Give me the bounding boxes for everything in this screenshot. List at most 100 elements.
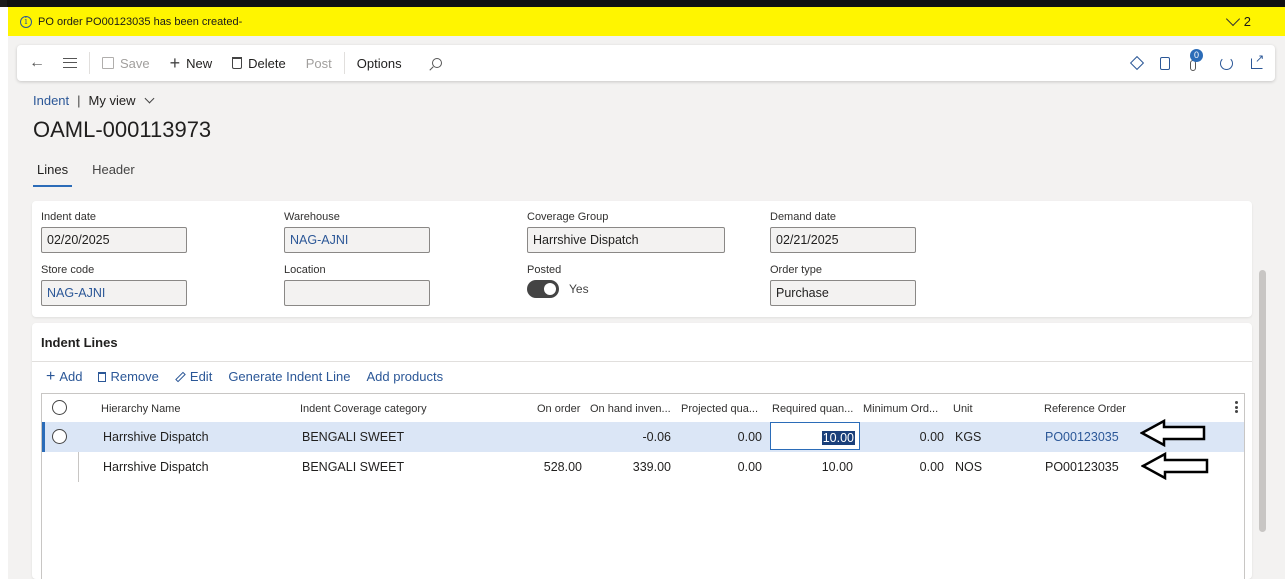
cell-on-hand: 339.00 bbox=[632, 460, 671, 474]
column-header-reference[interactable]: Reference Order bbox=[1044, 403, 1126, 415]
select-all-radio[interactable] bbox=[52, 400, 67, 415]
add-products-button[interactable]: Add products bbox=[366, 369, 443, 384]
column-header-minimum[interactable]: Minimum Ord... bbox=[863, 403, 938, 415]
order-type-field: Order type Purchase bbox=[770, 264, 916, 306]
save-label: Save bbox=[120, 55, 150, 71]
back-button[interactable]: ← bbox=[17, 45, 53, 81]
message-text: PO order PO00123035 has been created- bbox=[38, 15, 243, 28]
cell-reference-order-link[interactable]: PO00123035 bbox=[1045, 430, 1119, 444]
attachments-button[interactable]: 0 bbox=[1188, 49, 1203, 71]
posted-toggle[interactable] bbox=[527, 280, 559, 298]
indent-date-field: Indent date 02/20/2025 bbox=[41, 211, 187, 253]
pencil-icon bbox=[175, 371, 186, 382]
office-icon[interactable] bbox=[1160, 56, 1170, 70]
tab-lines[interactable]: Lines bbox=[33, 160, 73, 187]
chevron-down-icon[interactable] bbox=[144, 93, 154, 104]
new-label: New bbox=[186, 55, 213, 71]
toolbar-right-icons: 0 bbox=[1129, 45, 1264, 81]
demand-date-input[interactable]: 02/21/2025 bbox=[770, 227, 916, 253]
order-type-input[interactable]: Purchase bbox=[770, 280, 916, 306]
column-header-projected[interactable]: Projected qua... bbox=[681, 403, 758, 415]
post-label: Post bbox=[305, 55, 332, 71]
field-label: Warehouse bbox=[284, 211, 340, 223]
search-icon[interactable] bbox=[431, 58, 442, 68]
cell-minimum: 0.00 bbox=[919, 460, 944, 474]
column-header-on-hand[interactable]: On hand inven... bbox=[590, 403, 671, 415]
cell-unit: NOS bbox=[955, 460, 983, 474]
message-count: 2 bbox=[1243, 14, 1251, 29]
delete-label: Delete bbox=[248, 55, 286, 71]
table-row[interactable]: Harrshive Dispatch BENGALI SWEET 528.00 … bbox=[42, 452, 1244, 482]
required-quantity-value: 10.00 bbox=[821, 431, 855, 445]
indent-lines-grid: Hierarchy Name Indent Coverage category … bbox=[41, 393, 1245, 579]
field-label: Location bbox=[284, 264, 326, 276]
new-button[interactable]: + New bbox=[160, 45, 223, 81]
view-selector[interactable]: My view bbox=[89, 93, 136, 108]
indent-lines-title: Indent Lines bbox=[41, 335, 118, 350]
column-header-required[interactable]: Required quan... bbox=[772, 403, 853, 415]
add-label: Add bbox=[59, 369, 83, 384]
row-divider bbox=[78, 452, 79, 482]
generate-indent-line-button[interactable]: Generate Indent Line bbox=[228, 369, 350, 384]
message-expand-button[interactable]: 2 bbox=[1225, 11, 1251, 29]
delete-button[interactable]: Delete bbox=[222, 45, 296, 81]
column-header-category[interactable]: Indent Coverage category bbox=[300, 403, 427, 415]
store-code-input[interactable]: NAG-AJNI bbox=[41, 280, 187, 306]
cell-reference-order: PO00123035 bbox=[1045, 460, 1119, 474]
field-label: Store code bbox=[41, 264, 95, 276]
row-select-radio[interactable] bbox=[52, 429, 67, 444]
remove-line-button[interactable]: Remove bbox=[98, 369, 159, 384]
edit-line-button[interactable]: Edit bbox=[175, 369, 212, 384]
action-pane: ← Save + New Delete Post Options 0 bbox=[17, 45, 1275, 81]
store-code-field: Store code NAG-AJNI bbox=[41, 264, 187, 306]
save-button[interactable]: Save bbox=[92, 45, 160, 81]
location-field: Location bbox=[284, 264, 430, 306]
field-label: Demand date bbox=[770, 211, 837, 223]
power-apps-icon[interactable] bbox=[1129, 55, 1145, 71]
column-options-icon[interactable] bbox=[1235, 401, 1238, 413]
refresh-icon[interactable] bbox=[1220, 56, 1233, 70]
column-header-on-order[interactable]: On order bbox=[537, 403, 580, 415]
breadcrumb-module-link[interactable]: Indent bbox=[33, 93, 69, 108]
toolbar-divider bbox=[89, 52, 90, 74]
remove-label: Remove bbox=[110, 369, 159, 384]
attachment-count-badge: 0 bbox=[1190, 49, 1203, 62]
cell-on-order: 528.00 bbox=[543, 460, 582, 474]
plus-icon: + bbox=[169, 53, 181, 73]
cell-hierarchy: Harrshive Dispatch bbox=[103, 430, 209, 444]
posted-toggle-label: Yes bbox=[569, 282, 589, 296]
left-arrow-icon bbox=[1141, 451, 1209, 481]
open-in-new-window-icon[interactable] bbox=[1251, 52, 1264, 69]
breadcrumb: Indent | My view bbox=[33, 93, 154, 108]
indent-date-input[interactable]: 02/20/2025 bbox=[41, 227, 187, 253]
column-header-hierarchy[interactable]: Hierarchy Name bbox=[101, 403, 180, 415]
options-label: Options bbox=[356, 55, 402, 71]
header-fields-card: Indent date 02/20/2025 Warehouse NAG-AJN… bbox=[32, 201, 1252, 317]
table-row[interactable]: Harrshive Dispatch BENGALI SWEET -0.06 0… bbox=[42, 422, 1244, 452]
window-top-strip bbox=[0, 0, 1285, 7]
page-scrollbar[interactable] bbox=[1259, 270, 1266, 532]
message-bar: i PO order PO00123035 has been created- … bbox=[8, 7, 1285, 36]
cell-projected: 0.00 bbox=[737, 430, 762, 444]
cell-minimum: 0.00 bbox=[919, 430, 944, 444]
coverage-group-input[interactable]: Harrshive Dispatch bbox=[527, 227, 725, 253]
menu-button[interactable] bbox=[53, 45, 87, 81]
post-button[interactable]: Post bbox=[296, 45, 342, 81]
warehouse-input[interactable]: NAG-AJNI bbox=[284, 227, 430, 253]
location-input[interactable] bbox=[284, 280, 430, 306]
left-edge bbox=[0, 7, 8, 579]
cell-category: BENGALI SWEET bbox=[302, 430, 405, 444]
column-header-unit[interactable]: Unit bbox=[953, 403, 973, 415]
tab-strip: Lines Header bbox=[33, 160, 139, 187]
field-label: Indent date bbox=[41, 211, 97, 223]
cell-unit: KGS bbox=[955, 430, 982, 444]
lines-toolbar: + Add Remove Edit Generate Indent Line A… bbox=[46, 368, 443, 384]
trash-icon bbox=[98, 371, 107, 382]
options-button[interactable]: Options bbox=[347, 45, 412, 81]
coverage-group-field: Coverage Group Harrshive Dispatch bbox=[527, 211, 725, 253]
add-line-button[interactable]: + Add bbox=[46, 368, 83, 384]
required-quantity-input[interactable]: 10.00 bbox=[770, 422, 860, 450]
page-title: OAML-000113973 bbox=[33, 117, 212, 142]
tab-header[interactable]: Header bbox=[88, 160, 139, 187]
cell-on-hand: -0.06 bbox=[642, 430, 672, 444]
